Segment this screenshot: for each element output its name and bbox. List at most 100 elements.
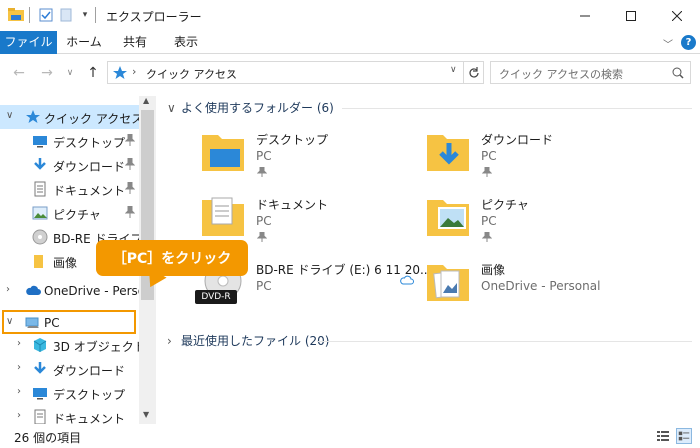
address-bar[interactable]: › クイック アクセス › ∨: [107, 61, 464, 84]
nav-item-pc-downloads[interactable]: › ダウンロード: [0, 357, 139, 381]
nav-item-3d-objects[interactable]: › 3D オブジェクト: [0, 333, 146, 357]
refresh-button[interactable]: [463, 61, 484, 84]
tile-name: ピクチャ: [481, 198, 529, 212]
pin-icon[interactable]: [125, 158, 135, 170]
tile-location: PC: [256, 214, 272, 228]
desktop-icon: [33, 388, 47, 400]
breadcrumb-quick-access[interactable]: クイック アクセス: [146, 66, 237, 82]
scroll-down-icon[interactable]: ▼: [143, 410, 149, 419]
nav-label: 画像: [53, 256, 78, 270]
onedrive-folder-icon: [427, 265, 469, 301]
tile-location: PC: [481, 149, 497, 163]
expand-ribbon-icon[interactable]: ﹀: [663, 36, 673, 51]
collapsed-chevron-icon[interactable]: ›: [17, 362, 29, 374]
maximize-icon: [626, 10, 636, 21]
nav-quick-access[interactable]: ∨ クイック アクセス: [0, 105, 143, 129]
tab-share[interactable]: 共有: [112, 31, 158, 54]
group-title: 最近使用したファイル (20): [181, 334, 330, 348]
scroll-up-icon[interactable]: ▲: [143, 96, 149, 105]
customize-qat-icon[interactable]: ▾: [77, 7, 93, 23]
disc-drive-icon: [32, 229, 48, 245]
collapsed-chevron-icon[interactable]: ›: [17, 386, 29, 398]
group-frequent-folders[interactable]: ∨ よく使用するフォルダー (6): [167, 99, 692, 116]
tab-file[interactable]: ファイル: [0, 31, 57, 54]
title-separator: [29, 7, 30, 23]
nav-label: ダウンロード: [53, 160, 126, 174]
nav-onedrive[interactable]: › OneDrive - Person: [0, 279, 153, 303]
forward-arrow-icon[interactable]: →: [39, 65, 55, 81]
details-view-icon[interactable]: [656, 429, 670, 443]
tile-name: ドキュメント: [256, 198, 329, 212]
pin-icon[interactable]: [125, 134, 135, 146]
download-folder-icon: [427, 135, 469, 171]
properties-icon[interactable]: [38, 7, 54, 23]
pictures-folder-icon: [427, 200, 469, 236]
callout-text: ［PC］をクリック: [112, 251, 232, 267]
tile-location: PC: [481, 214, 497, 228]
nav-label: デスクトップ: [53, 388, 126, 402]
close-button[interactable]: [654, 0, 700, 31]
tile-downloads[interactable]: ダウンロード PC: [425, 129, 655, 185]
download-icon: [34, 362, 46, 374]
group-title: よく使用するフォルダー (6): [181, 101, 334, 115]
search-placeholder: クイック アクセスの検索: [499, 68, 623, 81]
nav-item-downloads[interactable]: ダウンロード: [0, 153, 139, 177]
tile-desktop[interactable]: デスクトップ PC: [200, 129, 430, 185]
cloud-icon: [26, 285, 41, 295]
search-input[interactable]: クイック アクセスの検索: [490, 61, 691, 84]
item-count: 26 個の項目: [14, 431, 82, 445]
tile-pictures[interactable]: ピクチャ PC: [425, 194, 655, 250]
pin-icon[interactable]: [125, 206, 135, 218]
folder-icon: [34, 255, 43, 268]
tab-home[interactable]: ホーム: [60, 31, 108, 54]
refresh-icon: [468, 66, 479, 78]
pin-icon: [482, 167, 492, 177]
tile-name: 画像: [481, 263, 506, 277]
tiles-view-icon[interactable]: [676, 428, 692, 444]
group-divider: [317, 341, 692, 342]
tab-view[interactable]: 表示: [162, 31, 210, 54]
recent-locations-icon[interactable]: ∨: [62, 65, 78, 81]
title-bar: ▾ エクスプローラー: [0, 0, 700, 31]
nav-label: 3D オブジェクト: [53, 340, 146, 354]
collapsed-chevron-icon[interactable]: ›: [17, 338, 29, 350]
nav-item-desktop[interactable]: デスクトップ: [0, 129, 139, 153]
nav-item-documents[interactable]: ドキュメント: [0, 177, 139, 201]
cloud-status-icon: [400, 275, 414, 285]
expanded-chevron-icon[interactable]: ∨: [6, 110, 18, 122]
group-recent-files[interactable]: › 最近使用したファイル (20): [167, 332, 692, 349]
minimize-button[interactable]: [562, 0, 608, 31]
nav-label: ドキュメント: [53, 184, 126, 198]
help-icon[interactable]: ?: [681, 35, 696, 50]
minimize-icon: [580, 15, 590, 16]
nav-label: ピクチャ: [53, 208, 101, 222]
star-icon: [26, 110, 40, 123]
documents-folder-icon: [202, 197, 244, 236]
nav-label: OneDrive - Person: [44, 284, 153, 298]
ribbon-tabs: ファイル ホーム 共有 表示 ﹀ ?: [0, 31, 700, 54]
new-folder-icon[interactable]: [58, 7, 74, 23]
pin-icon: [257, 232, 267, 242]
tile-images[interactable]: 画像 OneDrive - Personal: [425, 259, 655, 315]
pin-icon[interactable]: [125, 182, 135, 194]
up-arrow-icon[interactable]: ↑: [85, 65, 101, 81]
path-separator-icon: ›: [228, 65, 233, 78]
pin-icon: [482, 232, 492, 242]
path-separator-icon: ›: [132, 65, 137, 78]
nav-label: ドキュメント: [53, 412, 126, 424]
desktop-icon: [33, 136, 47, 148]
tile-location: OneDrive - Personal: [481, 279, 601, 293]
back-arrow-icon[interactable]: ←: [11, 65, 27, 81]
instruction-callout: ［PC］をクリック: [96, 240, 248, 276]
tile-location: PC: [256, 279, 272, 293]
collapsed-chevron-icon[interactable]: ›: [17, 410, 29, 422]
address-dropdown-icon[interactable]: ∨: [450, 65, 457, 75]
nav-item-pc-documents[interactable]: › ドキュメント: [0, 405, 139, 424]
search-icon: [672, 67, 684, 79]
nav-item-pictures[interactable]: ピクチャ: [0, 201, 139, 225]
explorer-window: ▾ エクスプローラー ファイル ホーム 共有 表示 ﹀ ? ← → ∨ ↑ › …: [0, 0, 700, 448]
nav-item-pc-desktop[interactable]: › デスクトップ: [0, 381, 139, 405]
maximize-button[interactable]: [608, 0, 654, 31]
collapsed-chevron-icon[interactable]: ›: [6, 284, 18, 296]
nav-label: デスクトップ: [53, 136, 126, 150]
